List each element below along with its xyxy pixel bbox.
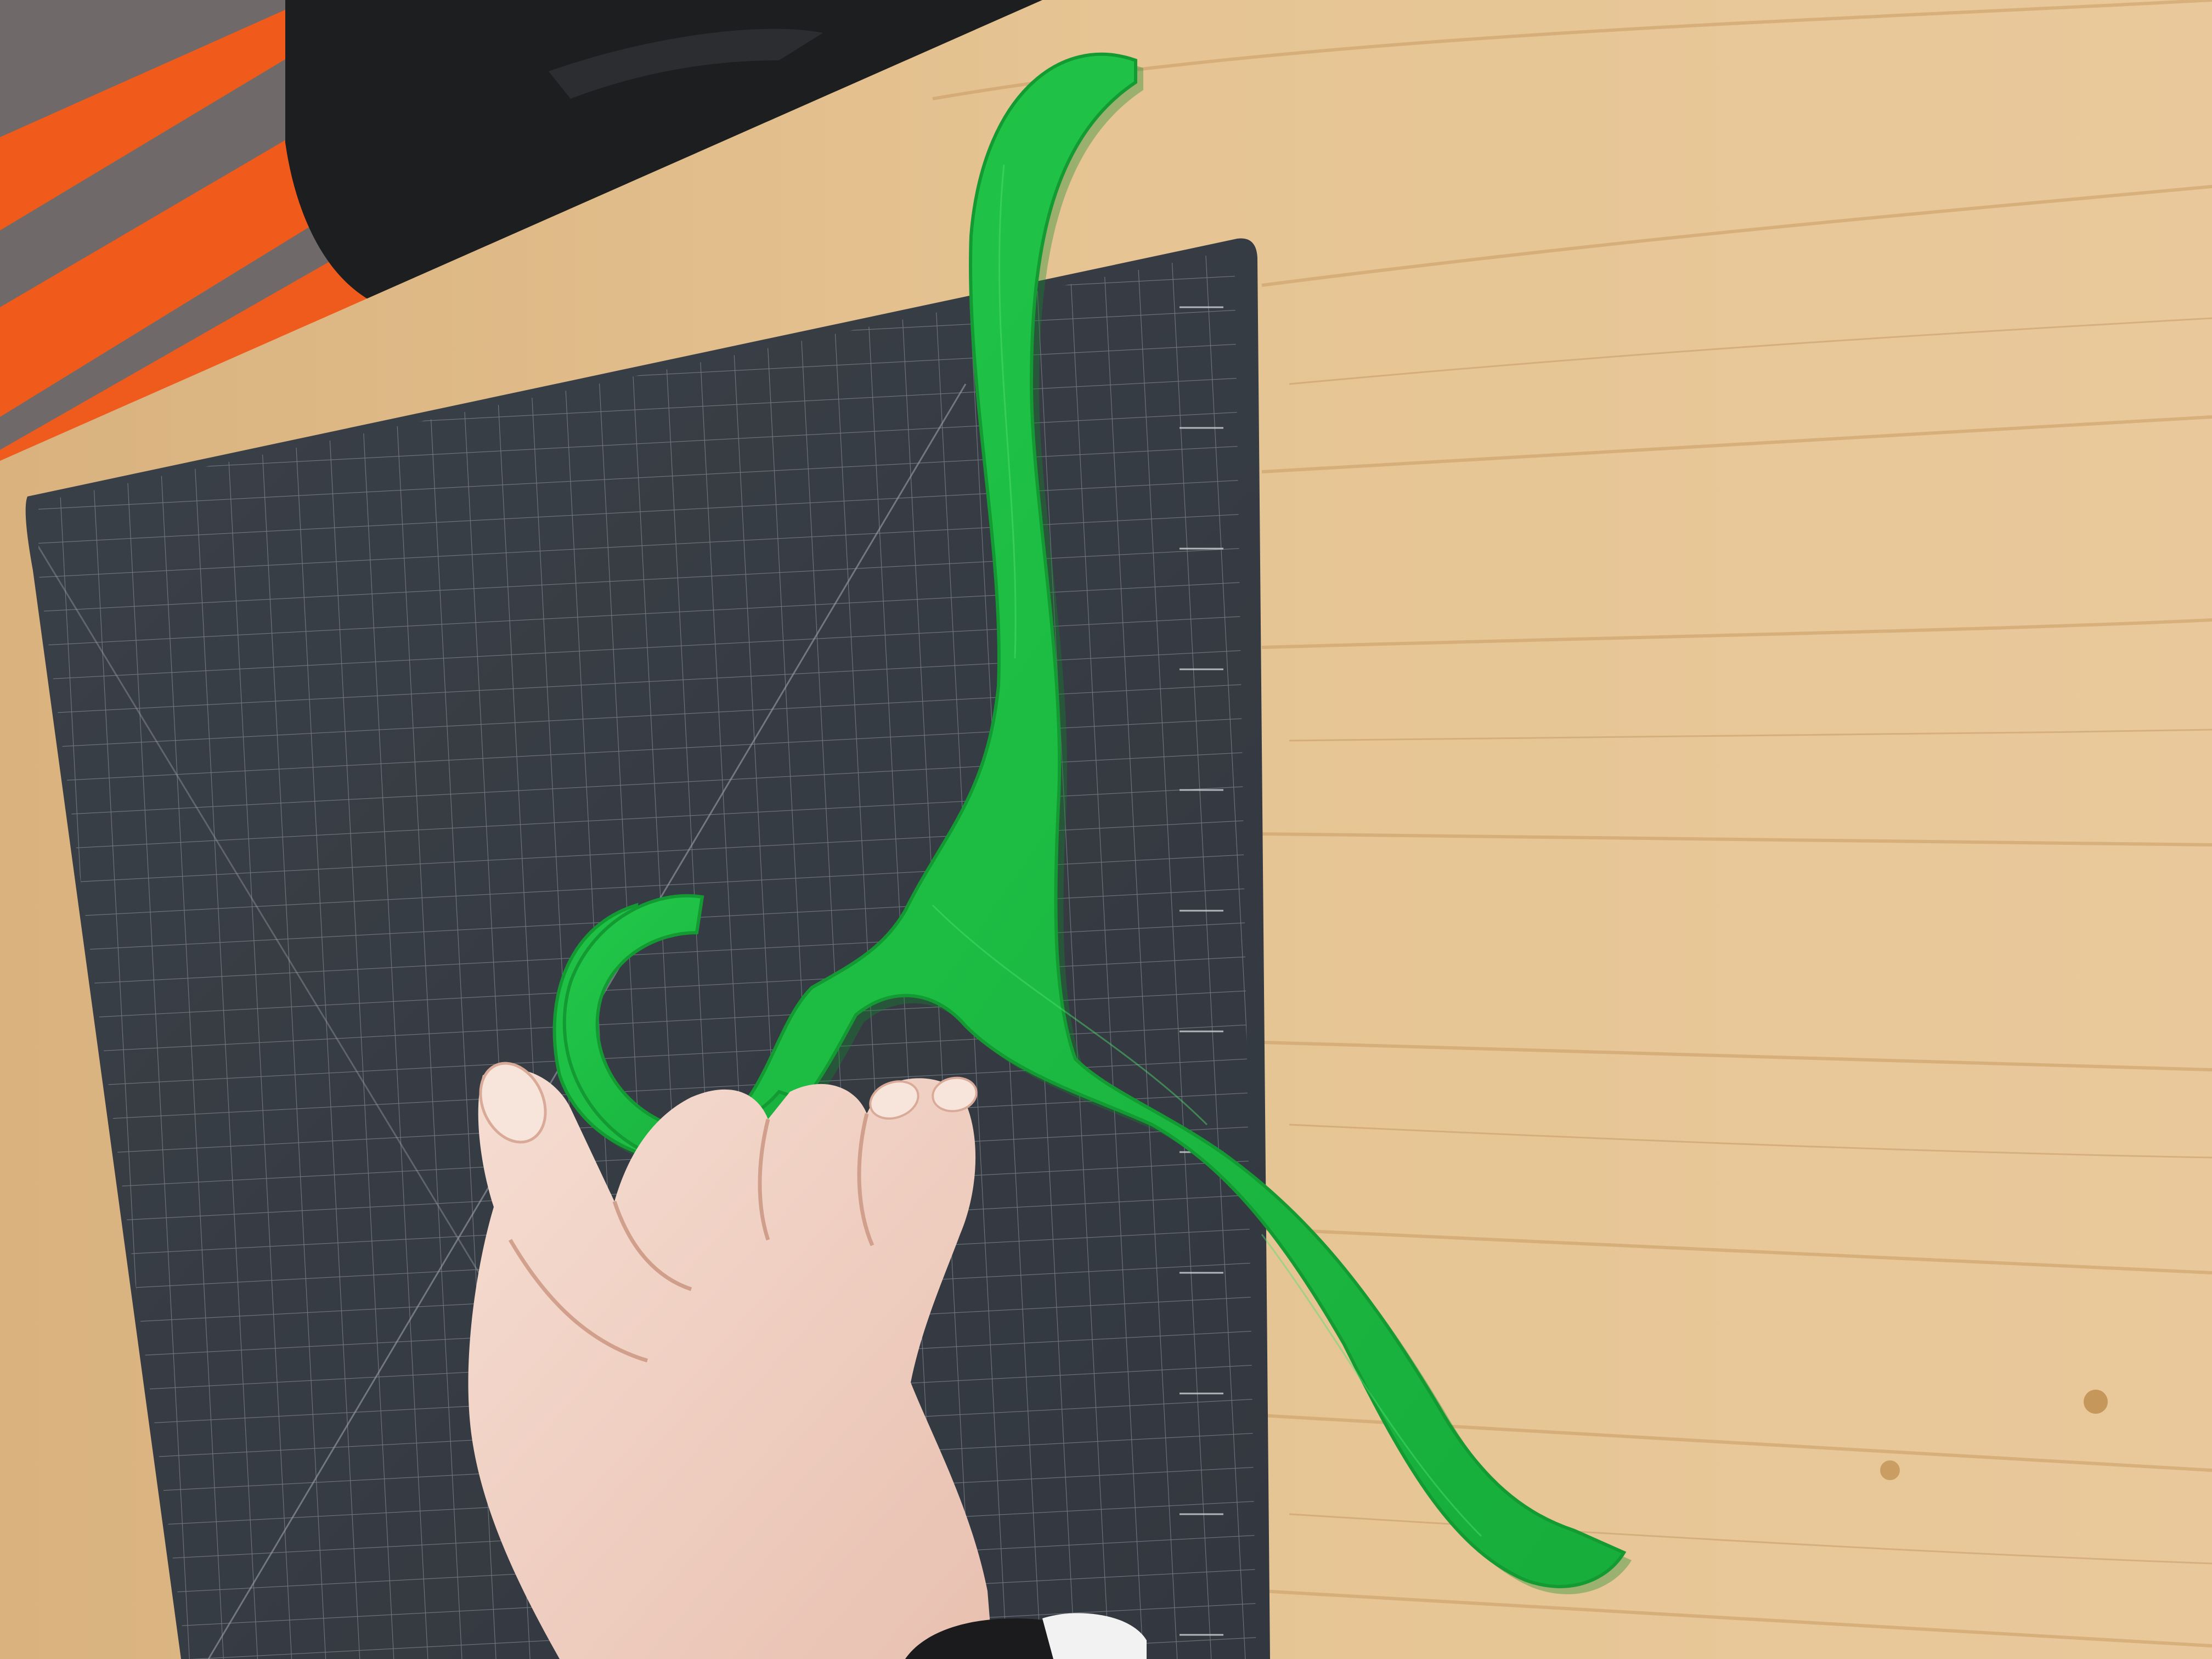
photo-canvas xyxy=(0,0,2212,1659)
photo-scene xyxy=(0,0,2212,1659)
